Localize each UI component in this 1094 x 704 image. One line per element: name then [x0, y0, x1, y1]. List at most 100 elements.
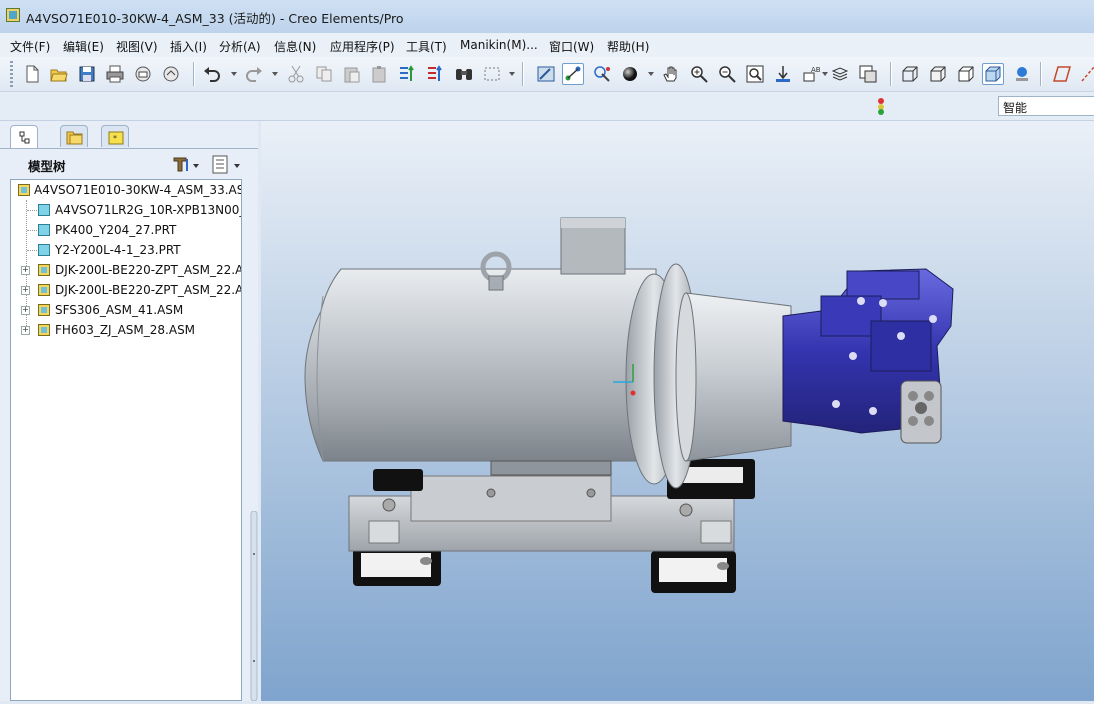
menu-info[interactable]: 信息(N) — [274, 38, 316, 55]
status-filter-bar: 智能 — [0, 92, 1094, 121]
tree-connector — [27, 210, 37, 211]
hidden-line-icon[interactable] — [929, 65, 947, 83]
spin-center-icon[interactable] — [562, 63, 584, 85]
copy-icon[interactable] — [315, 65, 333, 83]
model-tree-icon — [19, 131, 30, 144]
expand-icon[interactable]: + — [21, 326, 30, 335]
tree-item[interactable]: + SFS306_ASM_41.ASM — [11, 300, 241, 320]
select-box-icon[interactable] — [483, 65, 501, 83]
regenerate-icon[interactable] — [398, 65, 416, 83]
assembly-icon — [38, 264, 50, 276]
menu-applications[interactable]: 应用程序(P) — [330, 38, 395, 55]
new-file-icon[interactable] — [23, 65, 41, 83]
favorites-icon: * — [108, 131, 124, 145]
tree-connector — [27, 250, 37, 251]
settings-tools-icon[interactable] — [172, 156, 202, 174]
menu-edit[interactable]: 编辑(E) — [63, 38, 104, 55]
expand-icon[interactable]: + — [21, 306, 30, 315]
open-folder-icon[interactable] — [50, 65, 68, 83]
panel-splitter[interactable] — [250, 511, 258, 701]
no-hidden-icon[interactable] — [957, 65, 975, 83]
menu-insert[interactable]: 插入(I) — [170, 38, 207, 55]
selection-filter-dropdown[interactable]: 智能 — [998, 96, 1094, 116]
toolbar-separator — [890, 62, 892, 86]
menu-analysis[interactable]: 分析(A) — [219, 38, 261, 55]
svg-text:AB: AB — [811, 66, 820, 74]
paste-special-icon[interactable] — [371, 65, 389, 83]
show-options-icon[interactable] — [212, 155, 244, 175]
send-mail-icon[interactable] — [134, 65, 152, 83]
shading-dropdown-icon[interactable] — [648, 72, 654, 76]
print-icon[interactable] — [106, 65, 124, 83]
tree-item[interactable]: + DJK-200L-BE220-ZPT_ASM_22.AS — [11, 260, 241, 280]
cut-icon[interactable] — [287, 65, 305, 83]
menu-tools[interactable]: 工具(T) — [406, 38, 447, 55]
redo-dropdown-icon[interactable] — [272, 72, 278, 76]
tree-item[interactable]: Y2-Y200L-4-1_23.PRT — [11, 240, 241, 260]
menu-file[interactable]: 文件(F) — [10, 38, 50, 55]
pan-hand-icon[interactable] — [662, 65, 680, 83]
tree-item-root-assembly[interactable]: A4VSO71E010-30KW-4_ASM_33.ASM — [11, 180, 241, 200]
zoom-in-icon[interactable] — [690, 65, 708, 83]
toolbar-separator — [193, 62, 195, 86]
wireframe-icon[interactable] — [901, 65, 919, 83]
assembly-3d-model — [304, 217, 954, 593]
model-tree-title: 模型树 — [28, 159, 66, 174]
folder-icon — [66, 131, 83, 145]
save-icon[interactable] — [78, 65, 96, 83]
orient-mode-icon[interactable] — [593, 65, 611, 83]
saved-views-icon[interactable]: AB — [802, 65, 820, 83]
undo-dropdown-icon[interactable] — [231, 72, 237, 76]
regenerate-manager-icon[interactable] — [426, 65, 444, 83]
navigator-panel: * 模型树 A4VSO71E010-30KW-4_ASM_33.ASM A4VS… — [0, 121, 258, 701]
select-dropdown-icon[interactable] — [509, 72, 515, 76]
send-attachment-icon[interactable] — [162, 65, 180, 83]
svg-text:*: * — [113, 134, 117, 143]
find-icon[interactable] — [455, 65, 473, 83]
graphics-window[interactable] — [261, 121, 1094, 701]
refit-icon[interactable] — [746, 65, 764, 83]
tab-favorites[interactable]: * — [101, 125, 129, 147]
menu-manikin[interactable]: Manikin(M)... — [460, 38, 538, 52]
zoom-out-icon[interactable] — [718, 65, 736, 83]
main-toolbar: AB — [0, 57, 1094, 92]
title-bar: A4VSO71E010-30KW-4_ASM_33 (活动的) - Creo E… — [0, 0, 1094, 33]
shaded-model-icon[interactable] — [982, 63, 1004, 85]
assembly-icon — [38, 304, 50, 316]
layers-icon[interactable] — [831, 65, 849, 83]
expand-icon[interactable]: + — [21, 266, 30, 275]
tab-folder-browser[interactable] — [60, 125, 88, 147]
repaint-icon[interactable] — [537, 65, 555, 83]
menu-view[interactable]: 视图(V) — [116, 38, 158, 55]
tab-model-tree[interactable] — [10, 125, 38, 149]
undo-icon[interactable] — [203, 65, 221, 83]
model-tree: A4VSO71E010-30KW-4_ASM_33.ASM A4VSO71LR2… — [10, 179, 242, 701]
tree-item[interactable]: A4VSO71LR2G_10R-XPB13N00_2 — [11, 200, 241, 220]
paste-icon[interactable] — [343, 65, 361, 83]
tree-item[interactable]: + FH603_ZJ_ASM_28.ASM — [11, 320, 241, 340]
tree-item[interactable]: + DJK-200L-BE220-ZPT_ASM_22.AS — [11, 280, 241, 300]
toolbar-separator — [522, 62, 524, 86]
electric-motor — [304, 217, 657, 476]
bell-housing — [685, 292, 792, 462]
toolbar-separator — [1040, 62, 1042, 86]
redo-icon[interactable] — [245, 65, 263, 83]
shading-icon[interactable] — [621, 65, 639, 83]
tree-connector — [27, 230, 37, 231]
part-icon — [38, 224, 50, 236]
rubber-mount — [353, 546, 441, 586]
menu-window[interactable]: 窗口(W) — [549, 38, 594, 55]
saved-views-dropdown-icon[interactable] — [822, 72, 828, 76]
reorient-icon[interactable] — [774, 65, 792, 83]
view-manager-icon[interactable] — [859, 65, 877, 83]
toolbar-grip[interactable] — [10, 61, 13, 87]
datum-axis-icon[interactable] — [1080, 65, 1094, 83]
tree-item[interactable]: PK400_Y204_27.PRT — [11, 220, 241, 240]
menu-help[interactable]: 帮助(H) — [607, 38, 649, 55]
datum-plane-icon[interactable] — [1053, 65, 1071, 83]
tab-divider — [0, 148, 258, 149]
expand-icon[interactable]: + — [21, 286, 30, 295]
enhanced-realism-icon[interactable] — [1013, 65, 1031, 83]
app-icon — [6, 8, 20, 22]
part-icon — [38, 244, 50, 256]
